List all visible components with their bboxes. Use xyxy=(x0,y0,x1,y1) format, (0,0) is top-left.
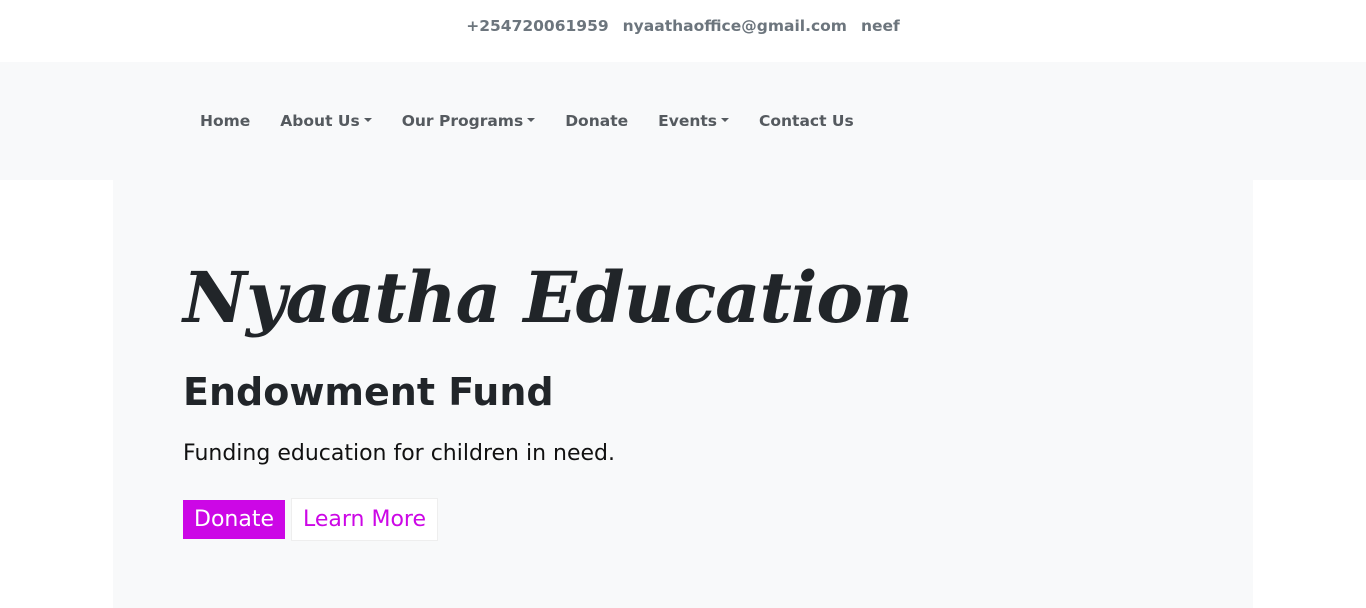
main-navbar: Home About Us Our Programs Donate Events… xyxy=(0,62,1366,180)
nav-about-us-label: About Us xyxy=(280,112,360,130)
nav-events[interactable]: Events xyxy=(658,112,729,130)
nav-our-programs-label: Our Programs xyxy=(401,112,524,130)
learn-more-button[interactable]: Learn More xyxy=(291,498,439,541)
brand-link[interactable]: neef xyxy=(861,17,900,35)
nav-home[interactable]: Home xyxy=(200,112,250,130)
caret-down-icon xyxy=(363,118,372,122)
nav-donate-label: Donate xyxy=(565,112,629,130)
phone-link[interactable]: +254720061959 xyxy=(466,17,608,35)
nav-donate[interactable]: Donate xyxy=(565,112,628,130)
caret-down-icon xyxy=(527,118,536,122)
hero-title: Nyaatha Education xyxy=(183,256,913,339)
hero-button-row: Donate Learn More xyxy=(183,498,439,541)
hero-subtitle: Endowment Fund xyxy=(183,370,554,414)
donate-button[interactable]: Donate xyxy=(183,500,285,539)
top-contact-bar: +254720061959 nyaathaoffice@gmail.com ne… xyxy=(0,0,1366,62)
hero-lead-text: Funding education for children in need. xyxy=(183,441,615,466)
nav-home-label: Home xyxy=(200,112,251,130)
nav-contact-us[interactable]: Contact Us xyxy=(759,112,854,130)
nav-contact-us-label: Contact Us xyxy=(759,112,854,130)
nav-about-us[interactable]: About Us xyxy=(280,112,372,130)
hero-jumbotron: Nyaatha Education Endowment Fund Funding… xyxy=(113,180,1253,608)
nav-events-label: Events xyxy=(658,112,717,130)
nav-our-programs[interactable]: Our Programs xyxy=(401,112,536,130)
email-link[interactable]: nyaathaoffice@gmail.com xyxy=(623,17,847,35)
caret-down-icon xyxy=(721,118,729,122)
